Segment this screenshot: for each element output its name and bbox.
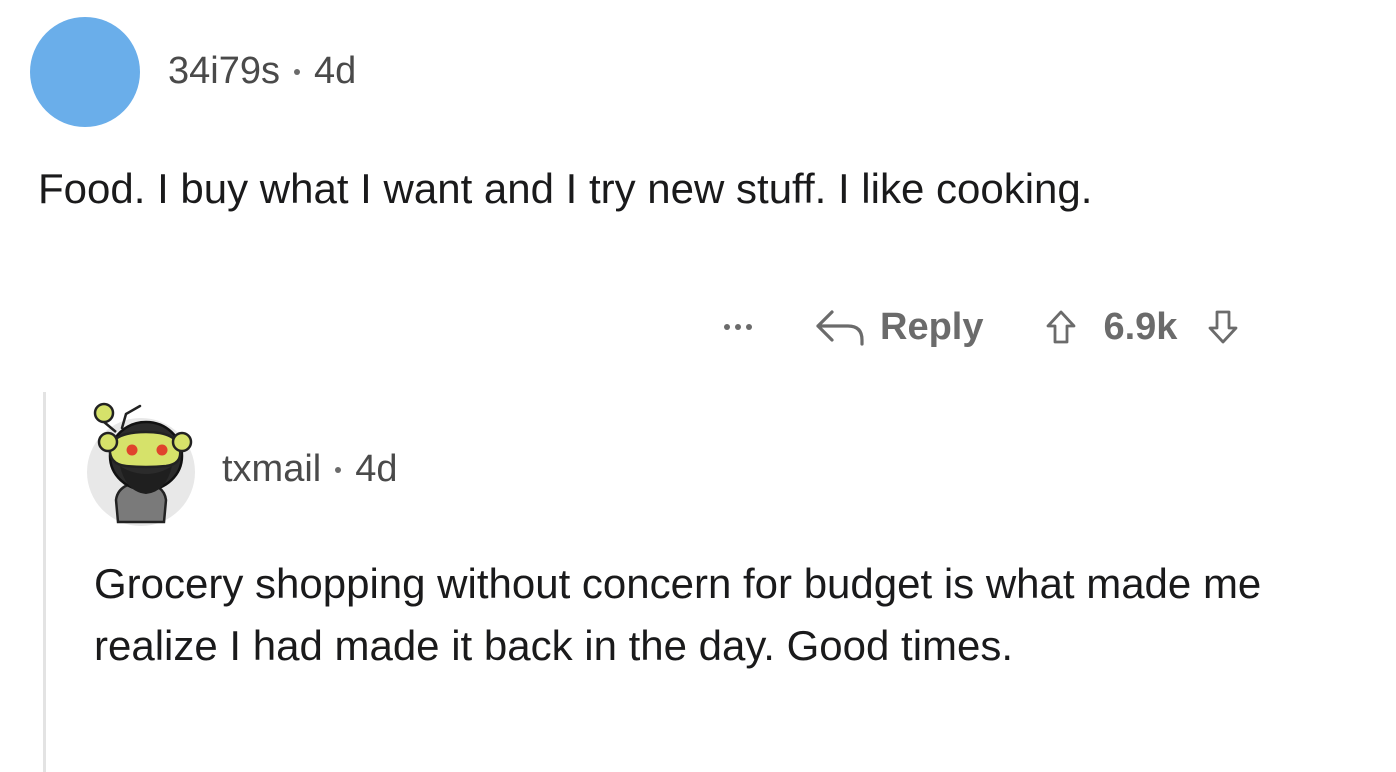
comment-body: Food. I buy what I want and I try new st… bbox=[38, 165, 1093, 212]
vote-score: 6.9k bbox=[1103, 305, 1178, 348]
username[interactable]: 34i79s bbox=[168, 50, 280, 93]
comment-meta: 34i79s 4d bbox=[168, 50, 356, 93]
separator-dot bbox=[293, 68, 300, 75]
comment-meta: txmail 4d bbox=[222, 448, 398, 491]
comment-body: Grocery shopping without concern for bud… bbox=[94, 560, 1262, 669]
avatar[interactable] bbox=[30, 17, 140, 127]
comment-age: 4d bbox=[355, 448, 398, 490]
upvote-arrow-icon bbox=[1047, 310, 1076, 344]
downvote-button[interactable] bbox=[1207, 309, 1239, 345]
reply-button[interactable]: Reply bbox=[814, 306, 983, 349]
reply-label: Reply bbox=[880, 305, 984, 348]
snoo-avatar-icon[interactable] bbox=[86, 392, 196, 526]
comment-actions: Reply 6.9k bbox=[720, 300, 1239, 354]
username[interactable]: txmail bbox=[222, 448, 321, 491]
reply-arrow-icon bbox=[816, 310, 864, 346]
thread-line[interactable] bbox=[43, 392, 46, 772]
vote-group: 6.9k bbox=[1045, 306, 1239, 349]
upvote-button[interactable] bbox=[1045, 309, 1077, 345]
downvote-arrow-icon bbox=[1209, 310, 1238, 344]
separator-dot bbox=[335, 466, 342, 473]
parent-comment: 34i79s 4d Food. I buy what I want and I … bbox=[0, 0, 1396, 380]
more-options-button[interactable] bbox=[720, 307, 756, 347]
ellipsis-icon bbox=[724, 324, 730, 330]
comment-age: 4d bbox=[313, 50, 357, 92]
